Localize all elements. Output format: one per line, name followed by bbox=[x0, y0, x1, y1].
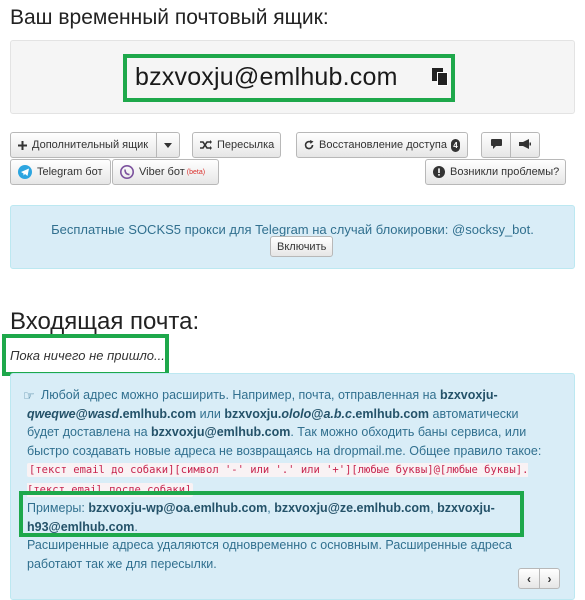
help-text: Любой адрес можно расширить. Например, п… bbox=[27, 388, 542, 571]
exclamation-icon bbox=[433, 166, 445, 178]
telegram-icon bbox=[18, 165, 32, 179]
comment-icon bbox=[490, 138, 502, 152]
next-button[interactable]: › bbox=[539, 569, 559, 588]
problems-label: Возникли проблемы? bbox=[450, 166, 560, 178]
empty-inbox-text: Пока ничего не пришло... bbox=[10, 348, 165, 363]
help-pager: ‹ › bbox=[518, 568, 560, 589]
copy-icon[interactable] bbox=[431, 67, 449, 87]
help-note: Расширенные адреса удаляются одновременн… bbox=[27, 538, 512, 571]
viber-icon bbox=[120, 165, 134, 179]
announce-button[interactable] bbox=[510, 132, 540, 158]
refresh-icon bbox=[304, 140, 314, 150]
telegram-bot-label: Telegram бот bbox=[37, 166, 103, 178]
problems-button[interactable]: Возникли проблемы? bbox=[425, 159, 566, 185]
megaphone-icon bbox=[519, 138, 531, 152]
caret-down-icon bbox=[164, 139, 172, 151]
additional-box-label: Дополнительный ящик bbox=[32, 139, 149, 151]
base-address: bzxvoxju@emlhub.com bbox=[151, 425, 291, 439]
forwarding-label: Пересылка bbox=[217, 139, 275, 151]
restore-access-label: Восстановление доступа bbox=[319, 139, 447, 151]
plus-icon bbox=[18, 140, 27, 150]
telegram-bot-button[interactable]: Telegram бот bbox=[10, 159, 111, 185]
restore-access-badge: 4 bbox=[450, 138, 460, 152]
mailbox-address[interactable]: bzxvoxju@emlhub.com bbox=[135, 63, 398, 92]
proxy-notice-text: Бесплатные SOCKS5 прокси для Telegram на… bbox=[51, 222, 534, 237]
additional-box-button[interactable]: Дополнительный ящик bbox=[10, 132, 157, 158]
viber-bot-button[interactable]: Viber бот (beta) bbox=[112, 159, 219, 185]
example-address: bzxvoxju.ololo@a.b.c.emlhub.com bbox=[224, 406, 430, 421]
examples-highlight-frame bbox=[19, 491, 524, 537]
enable-proxy-button[interactable]: Включить bbox=[270, 236, 334, 257]
forwarding-button[interactable]: Пересылка bbox=[192, 132, 281, 158]
help-text-part: или bbox=[196, 406, 225, 421]
comment-button[interactable] bbox=[481, 132, 511, 158]
help-text-part: Любой адрес можно расширить. Например, п… bbox=[41, 388, 440, 402]
page-title: Ваш временный почтовый ящик: bbox=[10, 6, 329, 29]
restore-access-button[interactable]: Восстановление доступа 4 bbox=[296, 132, 468, 158]
additional-box-dropdown[interactable] bbox=[156, 132, 180, 158]
prev-button[interactable]: ‹ bbox=[519, 569, 539, 588]
beta-label: (beta) bbox=[186, 168, 206, 176]
inbox-title: Входящая почта: bbox=[10, 308, 200, 335]
viber-bot-label: Viber бот bbox=[139, 166, 185, 178]
shuffle-icon bbox=[200, 140, 212, 150]
